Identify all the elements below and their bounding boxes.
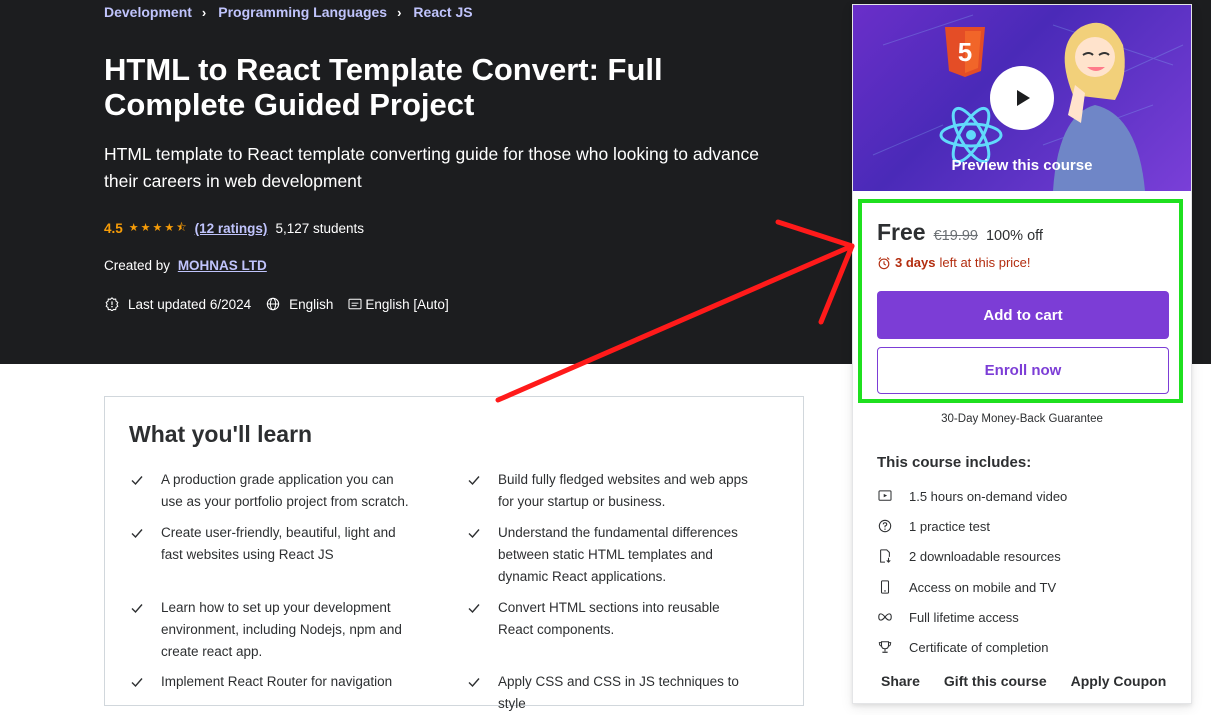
students-count: 5,127 students [275,221,365,236]
learn-item-text: Understand the fundamental differences b… [498,525,738,584]
include-text: Access on mobile and TV [909,579,1057,595]
rating-value: 4.5 [104,221,123,236]
include-item-mobile: Access on mobile and TV [877,579,1056,595]
learn-title: What you'll learn [129,421,313,447]
include-item-certificate: Certificate of completion [877,639,1048,655]
includes-title: This course includes: [877,454,1032,471]
learn-item-text: A production grade application you can u… [161,472,409,509]
language-text: English [289,296,334,312]
infinity-icon [877,609,893,625]
mobile-icon [877,579,893,595]
breadcrumb: Development › Programming Languages › Re… [104,4,473,20]
author-link[interactable]: MOHNAS LTD [178,258,267,273]
course-preview-video[interactable]: 5 Preview this course [853,5,1191,191]
globe-icon [265,296,281,312]
breadcrumb-development[interactable]: Development [104,4,192,20]
include-item-video: 1.5 hours on-demand video [877,488,1067,504]
include-text: 2 downloadable resources [909,548,1061,564]
svg-text:5: 5 [958,37,972,67]
created-by-label: Created by [104,258,171,273]
share-link[interactable]: Share [881,673,920,689]
closed-captions-icon [347,296,363,312]
learn-item: Apply CSS and CSS in JS techniques to st… [466,671,756,715]
learn-item-text: Implement React Router for navigation [161,674,393,689]
last-updated: Last updated 6/2024 [104,296,251,312]
include-text: 1 practice test [909,518,990,534]
alert-badge-icon [104,296,120,312]
play-icon [1017,90,1030,106]
video-icon [877,488,893,504]
course-meta: Last updated 6/2024 English English [Aut… [104,296,463,312]
what-youll-learn: What you'll learn A production grade app… [104,396,804,711]
language: English [265,296,333,312]
check-icon [468,476,480,486]
learn-item: Understand the fundamental differences b… [466,522,756,588]
created-by: Created by MOHNAS LTD [104,258,267,273]
ratings-count-link[interactable]: (12 ratings) [195,221,268,236]
include-text: Full lifetime access [909,609,1019,625]
learn-item-text: Create user-friendly, beautiful, light a… [161,525,396,562]
check-icon [131,604,143,614]
question-circle-icon [877,518,893,534]
learn-item-text: Convert HTML sections into reusable Reac… [498,600,720,637]
learn-item: Build fully fledged websites and web app… [466,469,756,513]
learn-item-text: Learn how to set up your development env… [161,600,402,659]
learn-item-text: Build fully fledged websites and web app… [498,472,748,509]
gift-course-link[interactable]: Gift this course [944,673,1047,689]
breadcrumb-react-js[interactable]: React JS [413,4,472,20]
learn-item-text: Apply CSS and CSS in JS techniques to st… [498,674,739,711]
learn-item: Convert HTML sections into reusable Reac… [466,597,756,641]
trophy-icon [877,639,893,655]
include-item-practice-test: 1 practice test [877,518,990,534]
rating-row: 4.5 ★★★★⯪ (12 ratings) 5,127 students [104,219,364,238]
check-icon [131,476,143,486]
learn-item: A production grade application you can u… [129,469,419,513]
breadcrumb-programming-languages[interactable]: Programming Languages [218,4,387,20]
apply-coupon-link[interactable]: Apply Coupon [1071,673,1167,689]
course-subtitle: HTML template to React template converti… [104,144,759,191]
play-button[interactable] [990,66,1054,130]
rating-stars-icon: ★★★★⯪ [128,222,189,234]
chevron-right-icon: › [201,4,207,20]
captions-text: English [Auto] [365,296,449,312]
learn-item: Learn how to set up your development env… [129,597,419,663]
chevron-right-icon: › [397,4,402,20]
check-icon [131,529,143,539]
sidebar-actions: Share Gift this course Apply Coupon [881,673,1190,689]
money-back-guarantee: 30-Day Money-Back Guarantee [941,413,1103,425]
include-text: 1.5 hours on-demand video [909,488,1068,504]
include-text: Certificate of completion [909,639,1049,655]
check-icon [468,529,480,539]
annotation-highlight-box [858,199,1183,403]
file-download-icon [877,548,893,564]
captions: English [Auto] [347,296,449,312]
learn-item: Create user-friendly, beautiful, light a… [129,522,419,566]
course-title: HTML to React Template Convert: Full Com… [104,52,663,122]
check-icon [468,604,480,614]
include-item-lifetime: Full lifetime access [877,609,1019,625]
last-updated-text: Last updated 6/2024 [128,296,252,312]
preview-label[interactable]: Preview this course [853,157,1191,174]
include-item-resources: 2 downloadable resources [877,548,1061,564]
learn-item: Implement React Router for navigation [129,671,419,693]
